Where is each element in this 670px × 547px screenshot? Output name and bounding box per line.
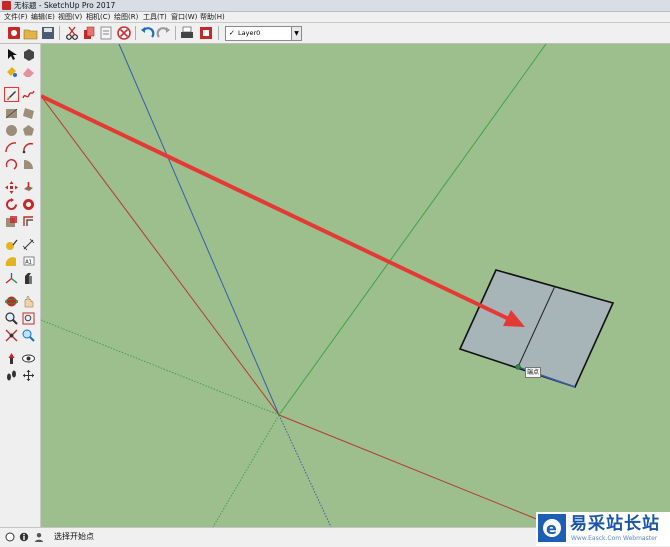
axes-icon[interactable] <box>5 272 18 285</box>
freehand-icon[interactable] <box>22 88 35 101</box>
menu-edit[interactable]: 编辑(E) <box>31 12 55 22</box>
viewport-background <box>41 44 670 527</box>
tape-measure-icon[interactable] <box>5 238 18 251</box>
position-camera-icon[interactable] <box>5 352 18 365</box>
menu-window[interactable]: 窗口(W) <box>171 12 197 22</box>
walk-footprints-icon[interactable] <box>5 369 18 382</box>
3d-text-icon[interactable] <box>22 272 35 285</box>
select-arrow-icon[interactable] <box>5 48 18 61</box>
toolbar-separator <box>218 26 219 40</box>
main-toolbar: ✓ Layer0 ▼ <box>0 23 670 44</box>
menu-help[interactable]: 帮助(H) <box>200 12 225 22</box>
svg-text:A1: A1 <box>25 260 32 266</box>
print-icon[interactable] <box>179 25 195 41</box>
menu-draw[interactable]: 绘图(R) <box>114 12 138 22</box>
polygon-icon[interactable] <box>22 124 35 137</box>
arc-icon[interactable] <box>5 141 18 154</box>
info-icon[interactable] <box>19 532 29 542</box>
erase-icon[interactable] <box>116 25 132 41</box>
watermark: e 易采站长站 Www.Easck.Com Webmaster <box>536 512 670 546</box>
eraser-icon[interactable] <box>22 65 35 78</box>
protractor-icon[interactable] <box>5 255 18 268</box>
menu-tools[interactable]: 工具(T) <box>143 12 167 22</box>
sketchup-app-icon <box>2 1 11 10</box>
scale-icon[interactable] <box>5 215 18 228</box>
cut-icon[interactable] <box>64 25 80 41</box>
paste-icon[interactable] <box>98 25 114 41</box>
look-around-icon[interactable] <box>22 352 35 365</box>
menu-camera[interactable]: 相机(C) <box>86 12 110 22</box>
push-pull-icon[interactable] <box>22 181 35 194</box>
circle-icon[interactable] <box>5 124 18 137</box>
previous-view-icon[interactable] <box>22 329 35 342</box>
watermark-logo: e <box>538 514 566 542</box>
save-icon[interactable] <box>40 25 56 41</box>
rotate-icon[interactable] <box>5 198 18 211</box>
layer-dropdown[interactable]: ✓ Layer0 ▼ <box>225 26 302 41</box>
pie-icon[interactable] <box>22 158 35 171</box>
model-info-icon[interactable] <box>198 25 214 41</box>
dimension-icon[interactable] <box>22 238 35 251</box>
paint-bucket-icon[interactable] <box>5 65 18 78</box>
endpoint-marker <box>515 364 521 370</box>
zoom-extents-icon[interactable] <box>5 329 18 342</box>
menu-file[interactable]: 文件(F) <box>4 12 28 22</box>
copy-icon[interactable] <box>81 25 97 41</box>
geo-location-icon[interactable] <box>5 532 15 542</box>
redo-icon[interactable] <box>156 25 172 41</box>
move-icon[interactable] <box>5 181 18 194</box>
zoom-window-icon[interactable] <box>22 312 35 325</box>
new-model-icon[interactable] <box>6 25 22 41</box>
menu-view[interactable]: 视图(V) <box>58 12 82 22</box>
status-message: 选择开始点 <box>54 532 94 541</box>
three-point-arc-icon[interactable] <box>5 158 18 171</box>
rectangle-icon[interactable] <box>5 107 18 120</box>
watermark-brand: 易采站长站 <box>570 514 660 534</box>
orbit-icon[interactable] <box>5 295 18 308</box>
window-title: 无标题 - SketchUp Pro 2017 <box>14 1 116 10</box>
follow-me-icon[interactable] <box>22 198 35 211</box>
user-icon[interactable] <box>34 532 44 542</box>
left-tool-palette: A1 <box>0 44 41 527</box>
drawing-viewport[interactable] <box>41 44 670 527</box>
offset-icon[interactable] <box>22 215 35 228</box>
pencil-line-icon[interactable] <box>4 87 19 102</box>
zoom-icon[interactable] <box>5 312 18 325</box>
menu-bar: 文件(F) 编辑(E) 视图(V) 相机(C) 绘图(R) 工具(T) 窗口(W… <box>0 12 670 23</box>
undo-icon[interactable] <box>139 25 155 41</box>
open-folder-icon[interactable] <box>23 25 39 41</box>
two-point-arc-icon[interactable] <box>22 141 35 154</box>
toolbar-separator <box>135 26 136 40</box>
endpoint-tooltip: 端点 <box>525 367 541 378</box>
section-plane-icon[interactable] <box>22 369 35 382</box>
watermark-site: Www.Easck.Com Webmaster <box>571 535 658 542</box>
title-bar: 无标题 - SketchUp Pro 2017 <box>0 0 670 12</box>
text-label-icon[interactable]: A1 <box>22 255 35 268</box>
pan-hand-icon[interactable] <box>22 295 35 308</box>
chevron-down-icon[interactable]: ▼ <box>291 27 301 40</box>
rotated-rectangle-icon[interactable] <box>22 107 35 120</box>
make-component-icon[interactable] <box>22 48 35 61</box>
layer-name: Layer0 <box>238 29 261 37</box>
svg-text:e: e <box>546 519 557 538</box>
layer-check-icon: ✓ <box>229 29 235 37</box>
toolbar-separator <box>59 26 60 40</box>
toolbar-separator <box>175 26 176 40</box>
